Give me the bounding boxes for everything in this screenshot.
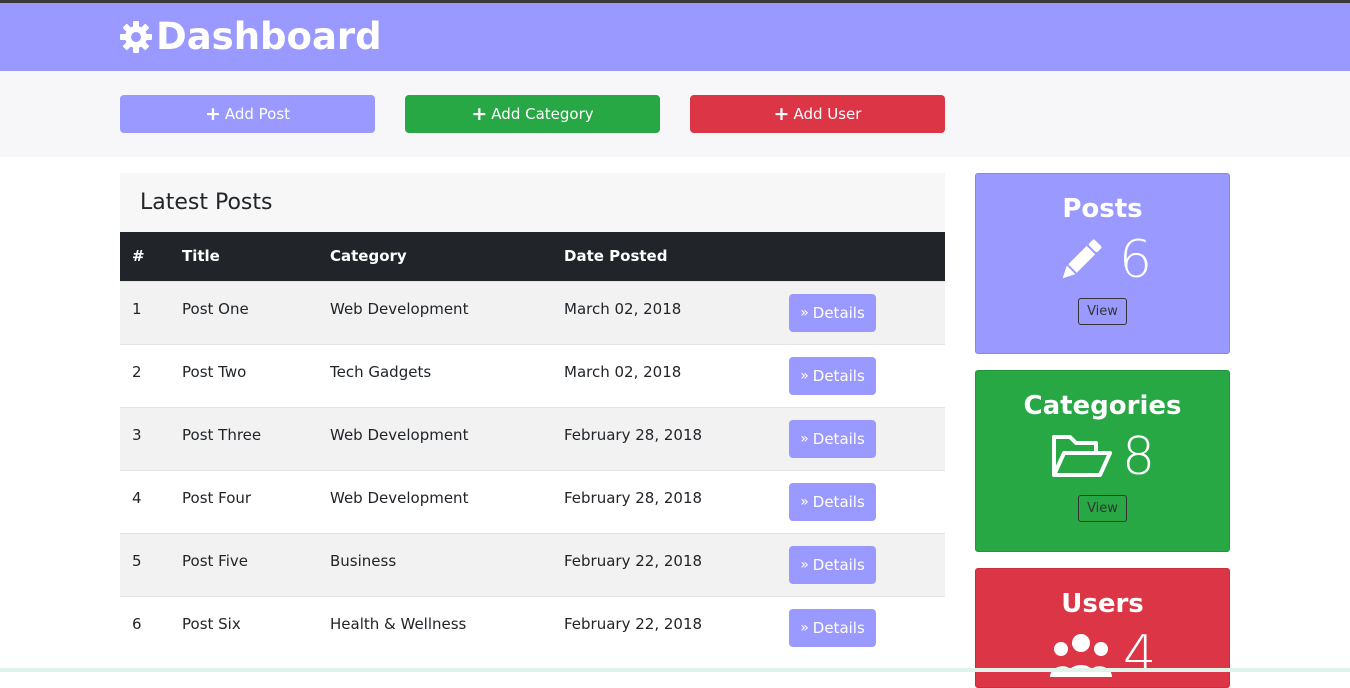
cell-number: 1: [120, 280, 182, 344]
header-bar: Dashboard: [0, 3, 1350, 71]
table-row: 6 Post Six Health & Wellness February 22…: [120, 595, 945, 659]
cell-title: Post Four: [182, 469, 330, 533]
double-chevron-right-icon: »: [800, 493, 809, 510]
categories-view-button[interactable]: View: [1078, 495, 1127, 522]
pencil-icon: [1062, 239, 1102, 279]
details-button[interactable]: » Details: [789, 545, 876, 584]
posts-stat-card: Posts 6 View: [975, 173, 1230, 354]
posts-count: 6: [1118, 230, 1153, 290]
cell-category: Health & Wellness: [330, 595, 564, 659]
cell-category: Web Development: [330, 406, 564, 470]
categories-stat-card: Categories 8 View: [975, 370, 1230, 552]
panel-header: Latest Posts: [120, 173, 945, 232]
add-user-button[interactable]: + Add User: [690, 95, 945, 133]
users-card-title: Users: [1061, 589, 1144, 619]
add-post-label: Add Post: [224, 105, 291, 123]
table-row: 4 Post Four Web Development February 28,…: [120, 469, 945, 533]
page-title: Dashboard: [156, 15, 382, 58]
cell-date: February 28, 2018: [564, 469, 789, 533]
cell-title: Post One: [182, 280, 330, 344]
posts-card-row: 6: [976, 230, 1229, 290]
add-post-button[interactable]: + Add Post: [120, 95, 375, 133]
details-button[interactable]: » Details: [789, 293, 876, 332]
add-category-button[interactable]: + Add Category: [405, 95, 660, 133]
column-header-number: #: [132, 247, 145, 266]
users-count: 4: [1122, 625, 1157, 685]
users-icon: [1049, 634, 1112, 677]
cell-category: Business: [330, 532, 564, 596]
bottom-strip: [0, 668, 1350, 672]
cell-date: February 28, 2018: [564, 406, 789, 470]
details-button[interactable]: » Details: [789, 419, 876, 458]
table-row: 2 Post Two Tech Gadgets March 02, 2018 »…: [120, 343, 945, 407]
column-header-category: Category: [330, 247, 407, 266]
column-header-actions: [789, 232, 945, 281]
table-row: 3 Post Three Web Development February 28…: [120, 406, 945, 470]
add-user-label: Add User: [793, 105, 862, 123]
categories-card-title: Categories: [1023, 391, 1182, 421]
cell-date: February 22, 2018: [564, 595, 789, 659]
cell-title: Post Three: [182, 406, 330, 470]
cell-date: March 02, 2018: [564, 343, 789, 407]
plus-icon: +: [471, 102, 488, 125]
cell-actions: » Details: [789, 343, 945, 407]
double-chevron-right-icon: »: [800, 619, 809, 636]
cell-number: 2: [120, 343, 182, 407]
cell-actions: » Details: [789, 280, 945, 344]
brand: Dashboard: [118, 15, 382, 58]
plus-icon: +: [773, 102, 790, 125]
posts-table: # Title Category Date Posted 1 Post One …: [120, 232, 945, 659]
cell-title: Post Two: [182, 343, 330, 407]
details-label: Details: [812, 303, 865, 322]
action-bar: + Add Post + Add Category + Add User: [0, 71, 1350, 157]
details-button[interactable]: » Details: [789, 608, 876, 647]
cell-date: March 02, 2018: [564, 280, 789, 344]
add-category-label: Add Category: [491, 105, 594, 123]
double-chevron-right-icon: »: [800, 367, 809, 384]
table-header-row: # Title Category Date Posted: [120, 232, 945, 281]
cell-number: 3: [120, 406, 182, 470]
latest-posts-title: Latest Posts: [140, 190, 273, 215]
double-chevron-right-icon: »: [800, 430, 809, 447]
cell-title: Post Six: [182, 595, 330, 659]
details-label: Details: [812, 555, 865, 574]
details-label: Details: [812, 492, 865, 511]
details-button[interactable]: » Details: [789, 356, 876, 395]
users-card-row: 4: [976, 625, 1229, 685]
details-label: Details: [812, 366, 865, 385]
categories-card-row: 8: [976, 427, 1229, 487]
folder-open-icon: [1051, 435, 1112, 477]
cell-number: 6: [120, 595, 182, 659]
column-header-date: Date Posted: [564, 247, 668, 266]
latest-posts-panel: Latest Posts # Title Category Date Poste…: [120, 173, 945, 659]
cell-date: February 22, 2018: [564, 532, 789, 596]
details-button[interactable]: » Details: [789, 482, 876, 521]
cell-actions: » Details: [789, 469, 945, 533]
cell-number: 5: [120, 532, 182, 596]
cell-actions: » Details: [789, 406, 945, 470]
details-label: Details: [812, 618, 865, 637]
table-row: 1 Post One Web Development March 02, 201…: [120, 280, 945, 344]
cell-actions: » Details: [789, 532, 945, 596]
plus-icon: +: [204, 102, 221, 125]
cell-category: Web Development: [330, 469, 564, 533]
categories-count: 8: [1121, 427, 1156, 487]
cell-number: 4: [120, 469, 182, 533]
cell-actions: » Details: [789, 595, 945, 659]
double-chevron-right-icon: »: [800, 304, 809, 321]
posts-view-button[interactable]: View: [1078, 298, 1127, 325]
cell-title: Post Five: [182, 532, 330, 596]
table-row: 5 Post Five Business February 22, 2018 »…: [120, 532, 945, 596]
details-label: Details: [812, 429, 865, 448]
column-header-title: Title: [182, 247, 220, 266]
cell-category: Tech Gadgets: [330, 343, 564, 407]
double-chevron-right-icon: »: [800, 556, 809, 573]
cell-category: Web Development: [330, 280, 564, 344]
posts-card-title: Posts: [1062, 194, 1143, 224]
gear-icon: [120, 20, 152, 53]
